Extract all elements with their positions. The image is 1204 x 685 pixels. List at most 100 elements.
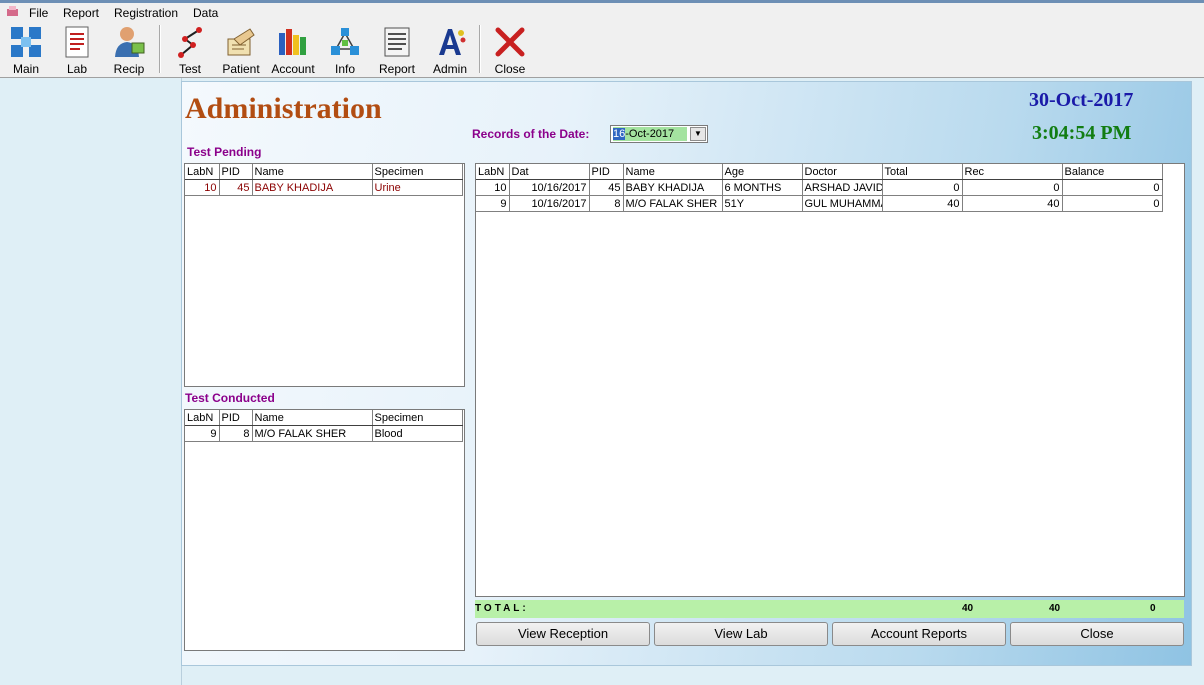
table-row[interactable]: 10 45 BABY KHADIJA Urine xyxy=(185,179,463,196)
column-header[interactable]: Balance xyxy=(1062,164,1163,180)
column-header[interactable]: Specimen xyxy=(372,410,463,426)
grid-header-row: LabN PID Name Specimen xyxy=(185,410,463,426)
column-header[interactable]: LabN xyxy=(185,410,220,426)
toolbar-label: Admin xyxy=(432,62,467,76)
report-scroll-icon xyxy=(384,27,410,57)
cell-age: 6 MONTHS xyxy=(722,179,803,196)
toolbar-main-button[interactable]: Main xyxy=(1,24,51,76)
chevron-down-icon[interactable]: ▼ xyxy=(690,127,706,141)
column-header[interactable]: LabN xyxy=(185,164,220,180)
column-header[interactable]: Specimen xyxy=(372,164,463,180)
records-date-picker[interactable]: 16-Oct-2017 ▼ xyxy=(610,125,708,143)
cell-name: BABY KHADIJA xyxy=(252,179,373,196)
column-header[interactable]: Total xyxy=(882,164,963,180)
column-header[interactable]: PID xyxy=(219,410,253,426)
toolbar-info-button[interactable]: Info xyxy=(320,24,370,76)
menu-data[interactable]: Data xyxy=(193,6,218,20)
column-header[interactable]: Rec xyxy=(962,164,1063,180)
test-conducted-label: Test Conducted xyxy=(185,391,275,405)
column-header[interactable]: Name xyxy=(252,410,373,426)
cell-pid: 45 xyxy=(219,179,253,196)
cell-labn: 9 xyxy=(185,425,220,442)
cell-date: 10/16/2017 xyxy=(509,179,590,196)
toolbar-account-button[interactable]: Account xyxy=(268,24,318,76)
test-pending-grid[interactable]: LabN PID Name Specimen 10 45 BABY KHADIJ… xyxy=(184,163,465,387)
cell-name: BABY KHADIJA xyxy=(623,179,723,196)
column-header[interactable]: Dat xyxy=(509,164,590,180)
toolbar-report-button[interactable]: Report xyxy=(372,24,422,76)
cell-age: 51Y xyxy=(722,195,803,212)
column-header[interactable]: Name xyxy=(252,164,373,180)
cell-rec: 0 xyxy=(962,179,1063,196)
toolbar-close-button[interactable]: Close xyxy=(485,24,535,76)
cell-name: M/O FALAK SHER xyxy=(252,425,373,442)
view-reception-button[interactable]: View Reception xyxy=(476,622,650,646)
toolbar-label: Recip xyxy=(113,62,145,76)
test-icon xyxy=(178,27,202,58)
view-lab-button[interactable]: View Lab xyxy=(654,622,828,646)
records-grid[interactable]: LabN Dat PID Name Age Doctor Total Rec B… xyxy=(475,163,1185,597)
cell-balance: 0 xyxy=(1062,179,1163,196)
lab-document-icon xyxy=(65,26,89,58)
totals-total: 40 xyxy=(962,603,974,614)
grid-header-row: LabN Dat PID Name Age Doctor Total Rec B… xyxy=(476,164,1163,180)
cell-specimen: Urine xyxy=(372,179,463,196)
column-header[interactable]: LabN xyxy=(476,164,510,180)
totals-balance: 0 xyxy=(1150,603,1156,614)
current-date: 30-Oct-2017 xyxy=(1029,89,1134,111)
totals-label: TOTAL: xyxy=(475,603,529,614)
cell-name: M/O FALAK SHER xyxy=(623,195,723,212)
reception-user-icon xyxy=(115,27,145,57)
account-reports-button[interactable]: Account Reports xyxy=(832,622,1006,646)
records-date-label: Records of the Date: xyxy=(472,127,590,141)
app-icon xyxy=(7,6,18,16)
admin-letter-icon xyxy=(439,29,466,55)
column-header[interactable]: PID xyxy=(219,164,253,180)
toolbar-admin-button[interactable]: Admin xyxy=(425,24,475,76)
toolbar: Main Lab Recip Test Patient Account Info… xyxy=(0,21,1204,78)
date-picker-value: 16-Oct-2017 xyxy=(613,127,687,141)
cell-specimen: Blood xyxy=(372,425,463,442)
test-pending-label: Test Pending xyxy=(187,145,262,159)
toolbar-recip-button[interactable]: Recip xyxy=(104,24,154,76)
column-header[interactable]: Name xyxy=(623,164,723,180)
current-time: 3:04:54 PM xyxy=(1032,122,1132,144)
menu-bar: File Report Registration Data xyxy=(0,3,1204,21)
patient-icon xyxy=(227,28,255,56)
cell-labn: 10 xyxy=(476,179,510,196)
menu-file[interactable]: File xyxy=(29,6,48,20)
menu-report[interactable]: Report xyxy=(63,6,99,20)
cell-total: 40 xyxy=(882,195,963,212)
toolbar-patient-button[interactable]: Patient xyxy=(216,24,266,76)
table-row[interactable]: 9 10/16/2017 8 M/O FALAK SHER 51Y GUL MU… xyxy=(476,195,1163,212)
cell-total: 0 xyxy=(882,179,963,196)
totals-bar: TOTAL: 40 40 0 xyxy=(475,600,1184,618)
main-grid-icon xyxy=(11,27,41,57)
table-row[interactable]: 10 10/16/2017 45 BABY KHADIJA 6 MONTHS A… xyxy=(476,179,1163,196)
cell-pid: 8 xyxy=(589,195,624,212)
date-picker-month-year: -Oct-2017 xyxy=(625,128,675,140)
grid-header-row: LabN PID Name Specimen xyxy=(185,164,463,180)
cell-doctor: ARSHAD JAVID xyxy=(802,179,883,196)
left-side-panel xyxy=(0,78,182,685)
table-row[interactable]: 9 8 M/O FALAK SHER Blood xyxy=(185,425,463,442)
column-header[interactable]: Doctor xyxy=(802,164,883,180)
column-header[interactable]: PID xyxy=(589,164,624,180)
close-button[interactable]: Close xyxy=(1010,622,1184,646)
cell-pid: 8 xyxy=(219,425,253,442)
info-network-icon xyxy=(331,28,359,55)
cell-labn: 9 xyxy=(476,195,510,212)
totals-rec: 40 xyxy=(1049,603,1061,614)
toolbar-label: Close xyxy=(494,62,526,76)
account-books-icon xyxy=(279,29,306,55)
close-x-icon xyxy=(495,27,525,57)
toolbar-lab-button[interactable]: Lab xyxy=(52,24,102,76)
date-picker-day: 16 xyxy=(613,128,626,140)
cell-rec: 40 xyxy=(962,195,1063,212)
menu-registration[interactable]: Registration xyxy=(114,6,178,20)
toolbar-test-button[interactable]: Test xyxy=(165,24,215,76)
cell-doctor: GUL MUHAMMAD xyxy=(802,195,883,212)
cell-balance: 0 xyxy=(1062,195,1163,212)
column-header[interactable]: Age xyxy=(722,164,803,180)
test-conducted-grid[interactable]: LabN PID Name Specimen 9 8 M/O FALAK SHE… xyxy=(184,409,465,651)
